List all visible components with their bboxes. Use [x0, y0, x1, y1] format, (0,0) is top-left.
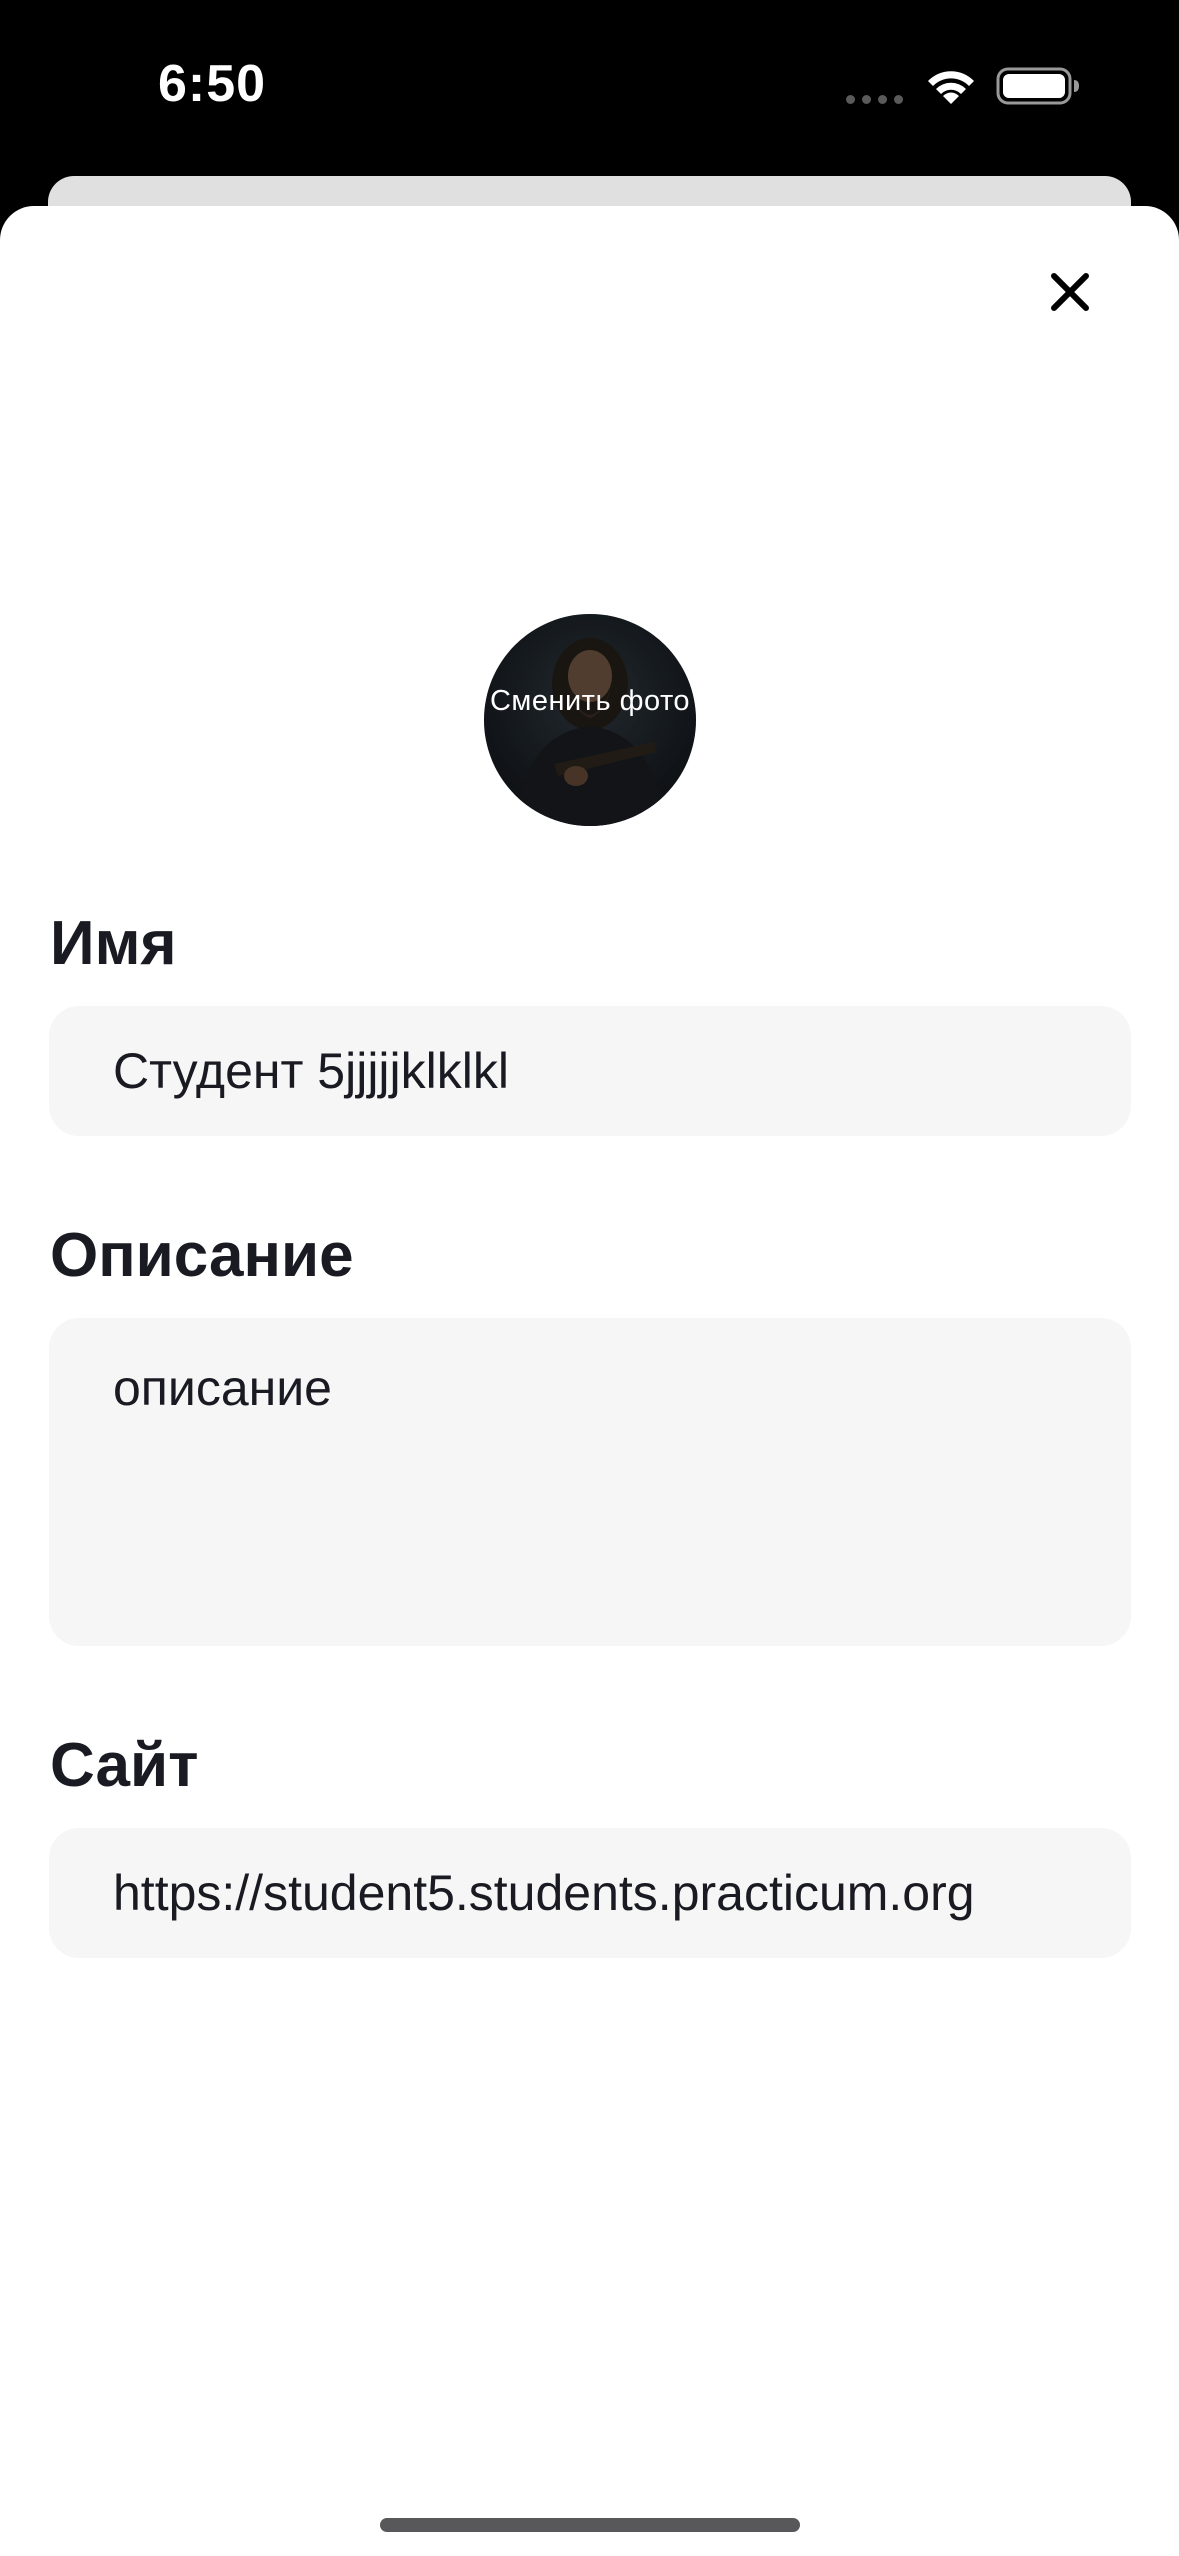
wifi-icon: [928, 71, 974, 104]
avatar-overlay: [484, 614, 696, 826]
change-photo-avatar[interactable]: Сменить фото: [484, 614, 696, 826]
status-bar: 6:50: [0, 0, 1179, 170]
name-field[interactable]: Студент 5jjjjjklklkl: [49, 1006, 1131, 1136]
description-field[interactable]: описание: [49, 1318, 1131, 1646]
description-label: Описание: [50, 1221, 354, 1290]
battery-icon: [996, 67, 1079, 105]
status-time: 6:50: [158, 55, 267, 113]
site-label: Сайт: [50, 1731, 199, 1800]
close-icon: [1051, 273, 1089, 311]
change-photo-label: Сменить фото: [489, 685, 691, 717]
signal-dots-icon: [846, 95, 903, 104]
home-indicator[interactable]: [380, 2518, 800, 2532]
name-label: Имя: [50, 909, 177, 978]
site-field[interactable]: https://student5.students.practicum.org: [49, 1828, 1131, 1958]
close-button[interactable]: [1036, 258, 1104, 326]
